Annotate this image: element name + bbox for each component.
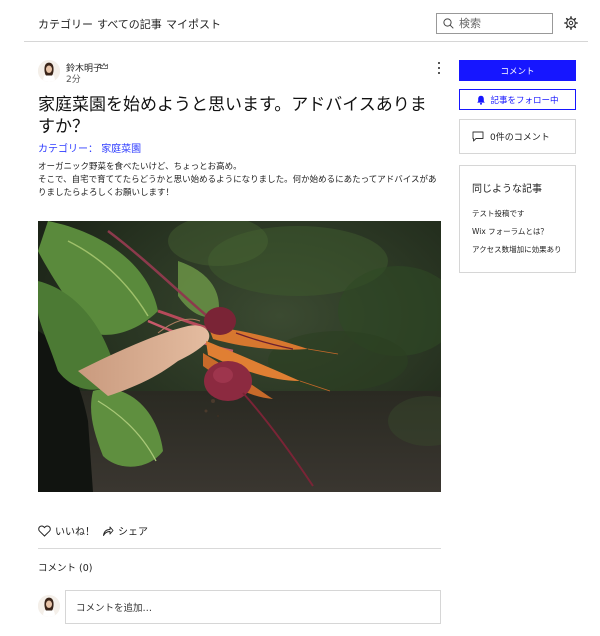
category-prefix: カテゴリー： [38,144,98,155]
post-title: 家庭菜園を始めようと思います。アドバイスありますか？ [38,95,427,137]
divider [38,548,441,549]
post-body: オーガニック野菜を食べたいけど、ちょっとお高め。 そこで、自宅で育ててたらどうか… [38,161,443,200]
share-button[interactable]: シェア [102,523,148,538]
share-icon [103,526,114,536]
bell-icon [477,95,486,105]
related-post-link[interactable]: テスト投稿です [472,208,525,219]
nav-categories[interactable]: カテゴリー [38,16,93,32]
search-input[interactable] [459,17,549,30]
related-posts: 同じような記事 テスト投稿です Wix フォーラムとは？ アクセス数増加に効果あ… [459,165,576,273]
post-image[interactable] [38,221,441,492]
comment-count-box: 0件のコメント [459,119,576,154]
top-navigation: カテゴリー すべての記事 マイポスト [0,0,600,42]
nav-my-posts[interactable]: マイポスト [166,16,221,32]
post-timestamp: 2分 [66,75,81,85]
comment-button[interactable]: コメント [459,60,576,81]
crown-icon [100,62,108,69]
nav-all-posts[interactable]: すべての記事 [97,16,162,32]
gear-icon[interactable] [564,16,578,30]
more-actions-icon[interactable] [433,60,445,76]
comments-heading: コメント (0) [38,563,93,574]
follow-post-button[interactable]: 記事をフォロー中 [459,89,576,110]
author-avatar[interactable] [38,60,60,82]
like-label: いいね！ [55,527,95,538]
like-button[interactable]: いいね！ [38,523,95,538]
share-label: シェア [118,527,148,538]
comment-input[interactable]: コメントを追加… [65,590,441,624]
category-link[interactable]: 家庭菜園 [101,144,141,155]
search-icon [443,18,454,29]
nav-divider [24,41,588,42]
related-posts-title: 同じような記事 [472,184,542,195]
related-post-link[interactable]: アクセス数増加に効果あり [472,244,562,255]
heart-icon [38,525,51,537]
search-box[interactable] [436,13,553,34]
post-paragraph: オーガニック野菜を食べたいけど、ちょっとお高め。 [38,162,242,172]
current-user-avatar [38,595,60,617]
comment-icon [472,131,484,142]
post-category: カテゴリー： 家庭菜園 [38,140,141,155]
comment-count: 0件のコメント [490,133,550,143]
related-post-link[interactable]: Wix フォーラムとは？ [472,226,548,237]
post-paragraph: そこで、自宅で育ててたらどうかと思い始めるようになりました。何か始めるにあたって… [38,175,437,198]
follow-label: 記事をフォロー中 [490,95,559,106]
